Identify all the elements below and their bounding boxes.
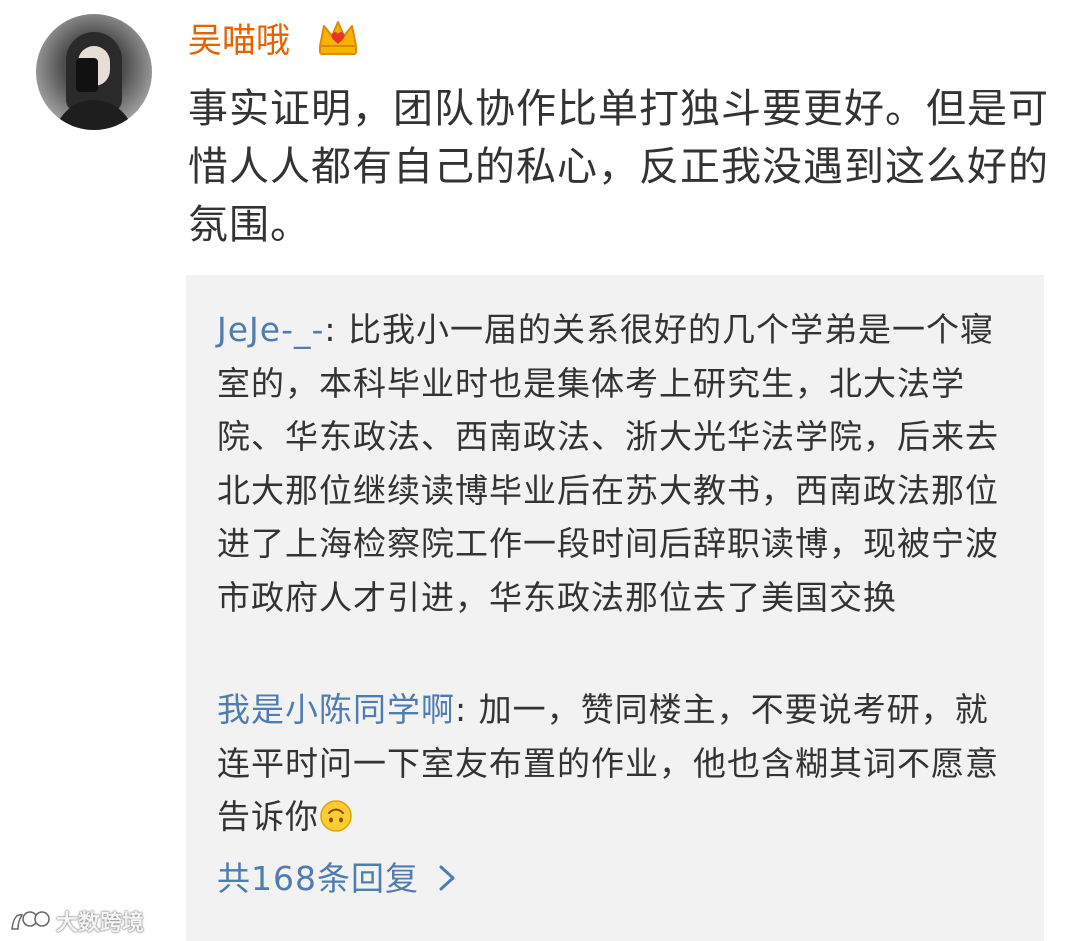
crown-icon xyxy=(319,21,357,55)
reply-item[interactable]: JeJe-_-: 比我小一届的关系很好的几个学弟是一个寝室的，本科毕业时也是集体… xyxy=(217,303,1007,624)
reply-separator: : xyxy=(455,690,479,729)
reply-separator: : xyxy=(324,310,348,349)
watermark-logo-icon xyxy=(11,911,50,930)
user-avatar[interactable] xyxy=(36,14,152,130)
reply-preview-box[interactable]: JeJe-_-: 比我小一届的关系很好的几个学弟是一个寝室的，本科毕业时也是集体… xyxy=(186,275,1044,941)
more-replies-label: 共168条回复 xyxy=(217,859,419,898)
reply-author-link[interactable]: JeJe-_- xyxy=(217,310,324,349)
watermark-text: 大数跨境 xyxy=(56,911,145,936)
chevron-right-icon xyxy=(439,865,455,891)
watermark: 大数跨境 xyxy=(8,905,144,937)
reply-item[interactable]: 我是小陈同学啊: 加一，赞同楼主，不要说考研，就连平时问一下室友布置的作业，他也… xyxy=(217,683,1007,844)
reply-text: 比我小一届的关系很好的几个学弟是一个寝室的，本科毕业时也是集体考上研究生，北大法… xyxy=(217,310,999,617)
post-username[interactable]: 吴喵哦 xyxy=(188,18,290,64)
more-replies-link[interactable]: 共168条回复 xyxy=(217,855,457,903)
reply-author-link[interactable]: 我是小陈同学啊 xyxy=(217,690,455,729)
upside-down-face-icon xyxy=(320,800,352,832)
post-body-text: 事实证明，团队协作比单打独斗要更好。但是可惜人人都有自己的私心，反正我没遇到这么… xyxy=(188,86,1049,248)
